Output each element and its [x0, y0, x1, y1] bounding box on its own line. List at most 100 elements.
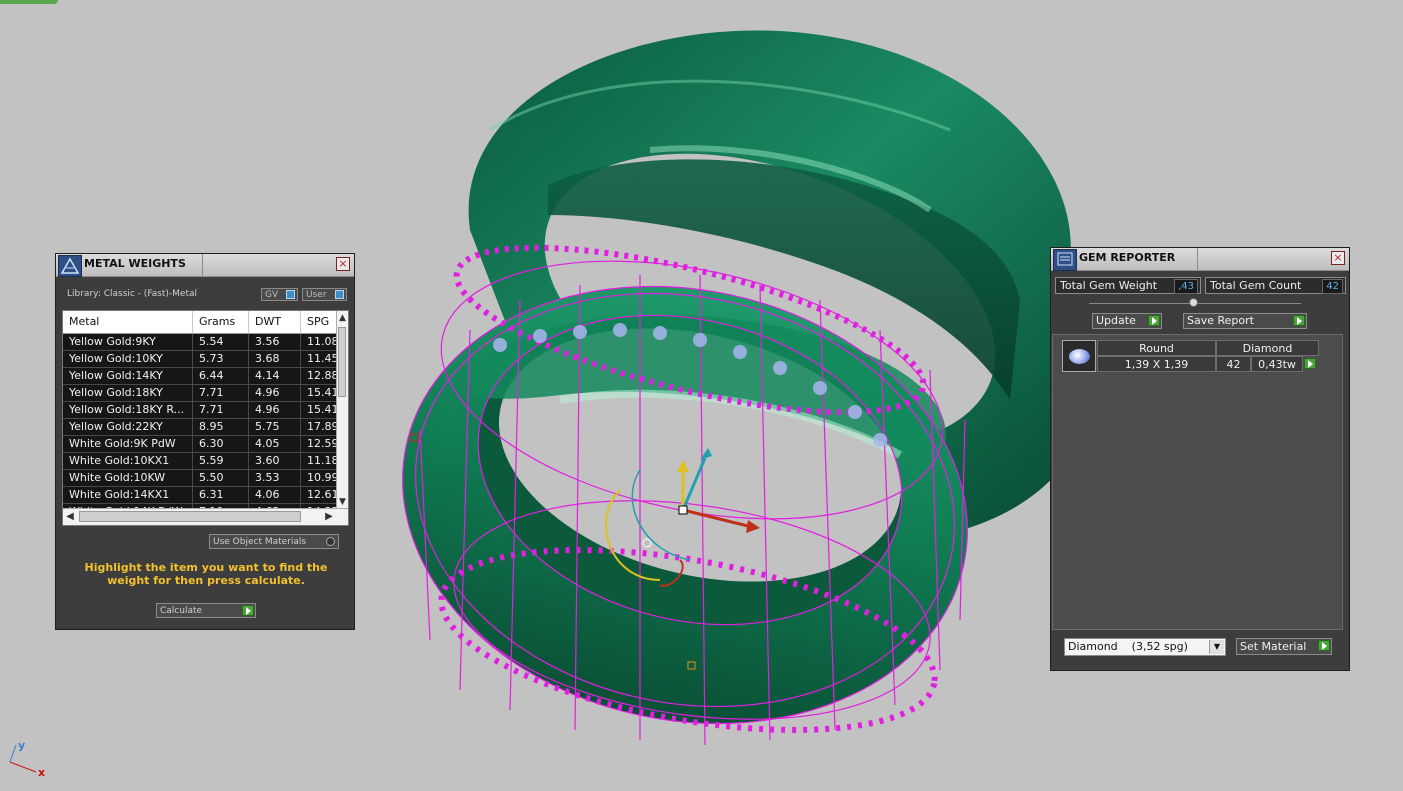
chevron-down-icon[interactable]: ▼ — [1209, 640, 1224, 654]
col-grams[interactable]: Grams — [193, 311, 249, 333]
scroll-right-icon[interactable]: ▶ — [322, 509, 336, 525]
scroll-thumb[interactable] — [338, 327, 346, 397]
user-toggle[interactable]: User — [302, 288, 347, 301]
play-icon[interactable] — [242, 605, 254, 616]
table-row[interactable]: White Gold:9K PdW 6.30 4.05 12.59 — [63, 436, 338, 453]
slider-knob[interactable] — [1189, 298, 1198, 307]
cell-dwt: 5.75 — [249, 419, 301, 435]
update-label: Update — [1096, 314, 1136, 327]
total-gem-count-field: Total Gem Count 42 — [1205, 277, 1346, 294]
cell-metal: Yellow Gold:18KY — [63, 385, 193, 401]
col-metal[interactable]: Metal — [63, 311, 193, 333]
gem-size: 1,39 X 1,39 — [1097, 356, 1216, 372]
cell-dwt: 4.96 — [249, 402, 301, 418]
horizontal-scrollbar[interactable]: ◀ ▶ — [63, 508, 348, 525]
metal-weights-titlebar[interactable]: METAL WEIGHTS × — [56, 254, 354, 277]
save-report-label: Save Report — [1187, 314, 1254, 327]
cell-grams: 7.71 — [193, 402, 249, 418]
gem-material: Diamond — [1216, 340, 1319, 356]
scroll-up-icon[interactable]: ▲ — [337, 311, 348, 325]
diamond-icon — [1062, 340, 1096, 372]
play-icon[interactable] — [1304, 358, 1316, 369]
cell-spg: 12.61 — [301, 487, 338, 503]
table-row[interactable]: Yellow Gold:18KY 7.71 4.96 15.41 — [63, 385, 338, 402]
use-object-materials-label: Use Object Materials — [213, 537, 307, 547]
gem-list[interactable]: Round Diamond 1,39 X 1,39 42 0,43tw — [1052, 334, 1343, 630]
cell-metal: White Gold:9K PdW — [63, 436, 193, 452]
close-icon[interactable]: × — [1331, 251, 1345, 265]
cell-grams: 6.30 — [193, 436, 249, 452]
metal-table-header: Metal Grams DWT SPG — [63, 311, 338, 334]
table-row[interactable]: Yellow Gold:10KY 5.73 3.68 11.45 — [63, 351, 338, 368]
col-spg[interactable]: SPG — [301, 311, 338, 333]
cell-spg: 15.41 — [301, 385, 338, 401]
play-icon[interactable] — [1148, 315, 1160, 326]
axis-x-label: x — [38, 766, 46, 779]
use-object-materials-radio[interactable] — [326, 537, 335, 546]
gem-count: 42 — [1216, 356, 1251, 372]
total-gem-weight-value: ,43 — [1174, 279, 1198, 294]
metal-weights-title: METAL WEIGHTS — [84, 257, 186, 270]
table-row[interactable]: Yellow Gold:14KY 6.44 4.14 12.88 — [63, 368, 338, 385]
table-row[interactable]: Yellow Gold:18KY R... 7.71 4.96 15.41 — [63, 402, 338, 419]
cell-grams: 6.31 — [193, 487, 249, 503]
vertical-scrollbar[interactable]: ▲ ▼ — [336, 311, 348, 509]
metal-table-rows: Yellow Gold:9KY 5.54 3.56 11.08 Yellow Gold… — [63, 334, 338, 521]
cell-metal: Yellow Gold:9KY — [63, 334, 193, 350]
material-select[interactable]: Diamond (3,52 spg) ▼ — [1064, 638, 1226, 656]
table-row[interactable]: Yellow Gold:22KY 8.95 5.75 17.89 — [63, 419, 338, 436]
cell-spg: 12.88 — [301, 368, 338, 384]
cell-grams: 5.50 — [193, 470, 249, 486]
table-row[interactable]: White Gold:14KX1 6.31 4.06 12.61 — [63, 487, 338, 504]
table-row[interactable]: White Gold:10KW 5.50 3.53 10.99 — [63, 470, 338, 487]
cell-spg: 17.89 — [301, 419, 338, 435]
hscroll-thumb[interactable] — [79, 511, 301, 522]
total-gem-weight-field: Total Gem Weight ,43 — [1055, 277, 1201, 294]
cell-dwt: 4.06 — [249, 487, 301, 503]
gem-slider[interactable] — [1089, 298, 1301, 307]
metal-table[interactable]: Metal Grams DWT SPG Yellow Gold:9KY 5.54 3… — [62, 310, 349, 526]
save-report-button[interactable]: Save Report — [1183, 313, 1307, 329]
cell-spg: 10.99 — [301, 470, 338, 486]
cell-grams: 5.59 — [193, 453, 249, 469]
play-icon[interactable] — [1318, 640, 1330, 651]
cell-spg: 12.59 — [301, 436, 338, 452]
cell-dwt: 3.53 — [249, 470, 301, 486]
set-material-button[interactable]: Set Material — [1236, 638, 1332, 655]
close-icon[interactable]: × — [336, 257, 350, 271]
total-gem-weight-label: Total Gem Weight — [1060, 279, 1158, 292]
table-row[interactable]: White Gold:10KX1 5.59 3.60 11.18 — [63, 453, 338, 470]
col-dwt[interactable]: DWT — [249, 311, 301, 333]
cell-spg: 11.18 — [301, 453, 338, 469]
cell-spg: 11.45 — [301, 351, 338, 367]
metal-weights-panel: METAL WEIGHTS × Library: Classic - (Fast… — [55, 253, 355, 630]
scroll-down-icon[interactable]: ▼ — [337, 495, 348, 509]
gem-reporter-panel: GEM REPORTER × Total Gem Weight ,43 Tota… — [1050, 247, 1350, 671]
gem-reporter-logo-icon — [1053, 249, 1077, 271]
library-label: Library: Classic - (Fast)-Metal — [67, 289, 198, 299]
calculate-button[interactable]: Calculate — [156, 603, 256, 618]
table-row[interactable]: Yellow Gold:9KY 5.54 3.56 11.08 — [63, 334, 338, 351]
play-icon[interactable] — [1293, 315, 1305, 326]
scroll-left-icon[interactable]: ◀ — [63, 509, 77, 525]
cell-metal: Yellow Gold:10KY — [63, 351, 193, 367]
user-toggle-knob — [335, 290, 344, 299]
gv-toggle-label: GV — [265, 290, 279, 300]
cell-metal: Yellow Gold:18KY R... — [63, 402, 193, 418]
cell-grams: 5.73 — [193, 351, 249, 367]
axis-y-label: y — [18, 739, 26, 752]
update-button[interactable]: Update — [1092, 313, 1162, 329]
cell-metal: White Gold:10KX1 — [63, 453, 193, 469]
total-gem-count-value: 42 — [1322, 279, 1343, 294]
cell-dwt: 4.14 — [249, 368, 301, 384]
gv-toggle[interactable]: GV — [261, 288, 298, 301]
cell-metal: White Gold:10KW — [63, 470, 193, 486]
gem-weight: 0,43tw — [1251, 356, 1303, 372]
cell-metal: White Gold:14KX1 — [63, 487, 193, 503]
use-object-materials-toggle[interactable]: Use Object Materials — [209, 534, 339, 549]
gem-reporter-titlebar[interactable]: GEM REPORTER × — [1051, 248, 1349, 271]
cell-spg: 15.41 — [301, 402, 338, 418]
cell-dwt: 4.96 — [249, 385, 301, 401]
cell-grams: 6.44 — [193, 368, 249, 384]
list-item[interactable]: Round Diamond 1,39 X 1,39 42 0,43tw — [1062, 340, 1320, 373]
